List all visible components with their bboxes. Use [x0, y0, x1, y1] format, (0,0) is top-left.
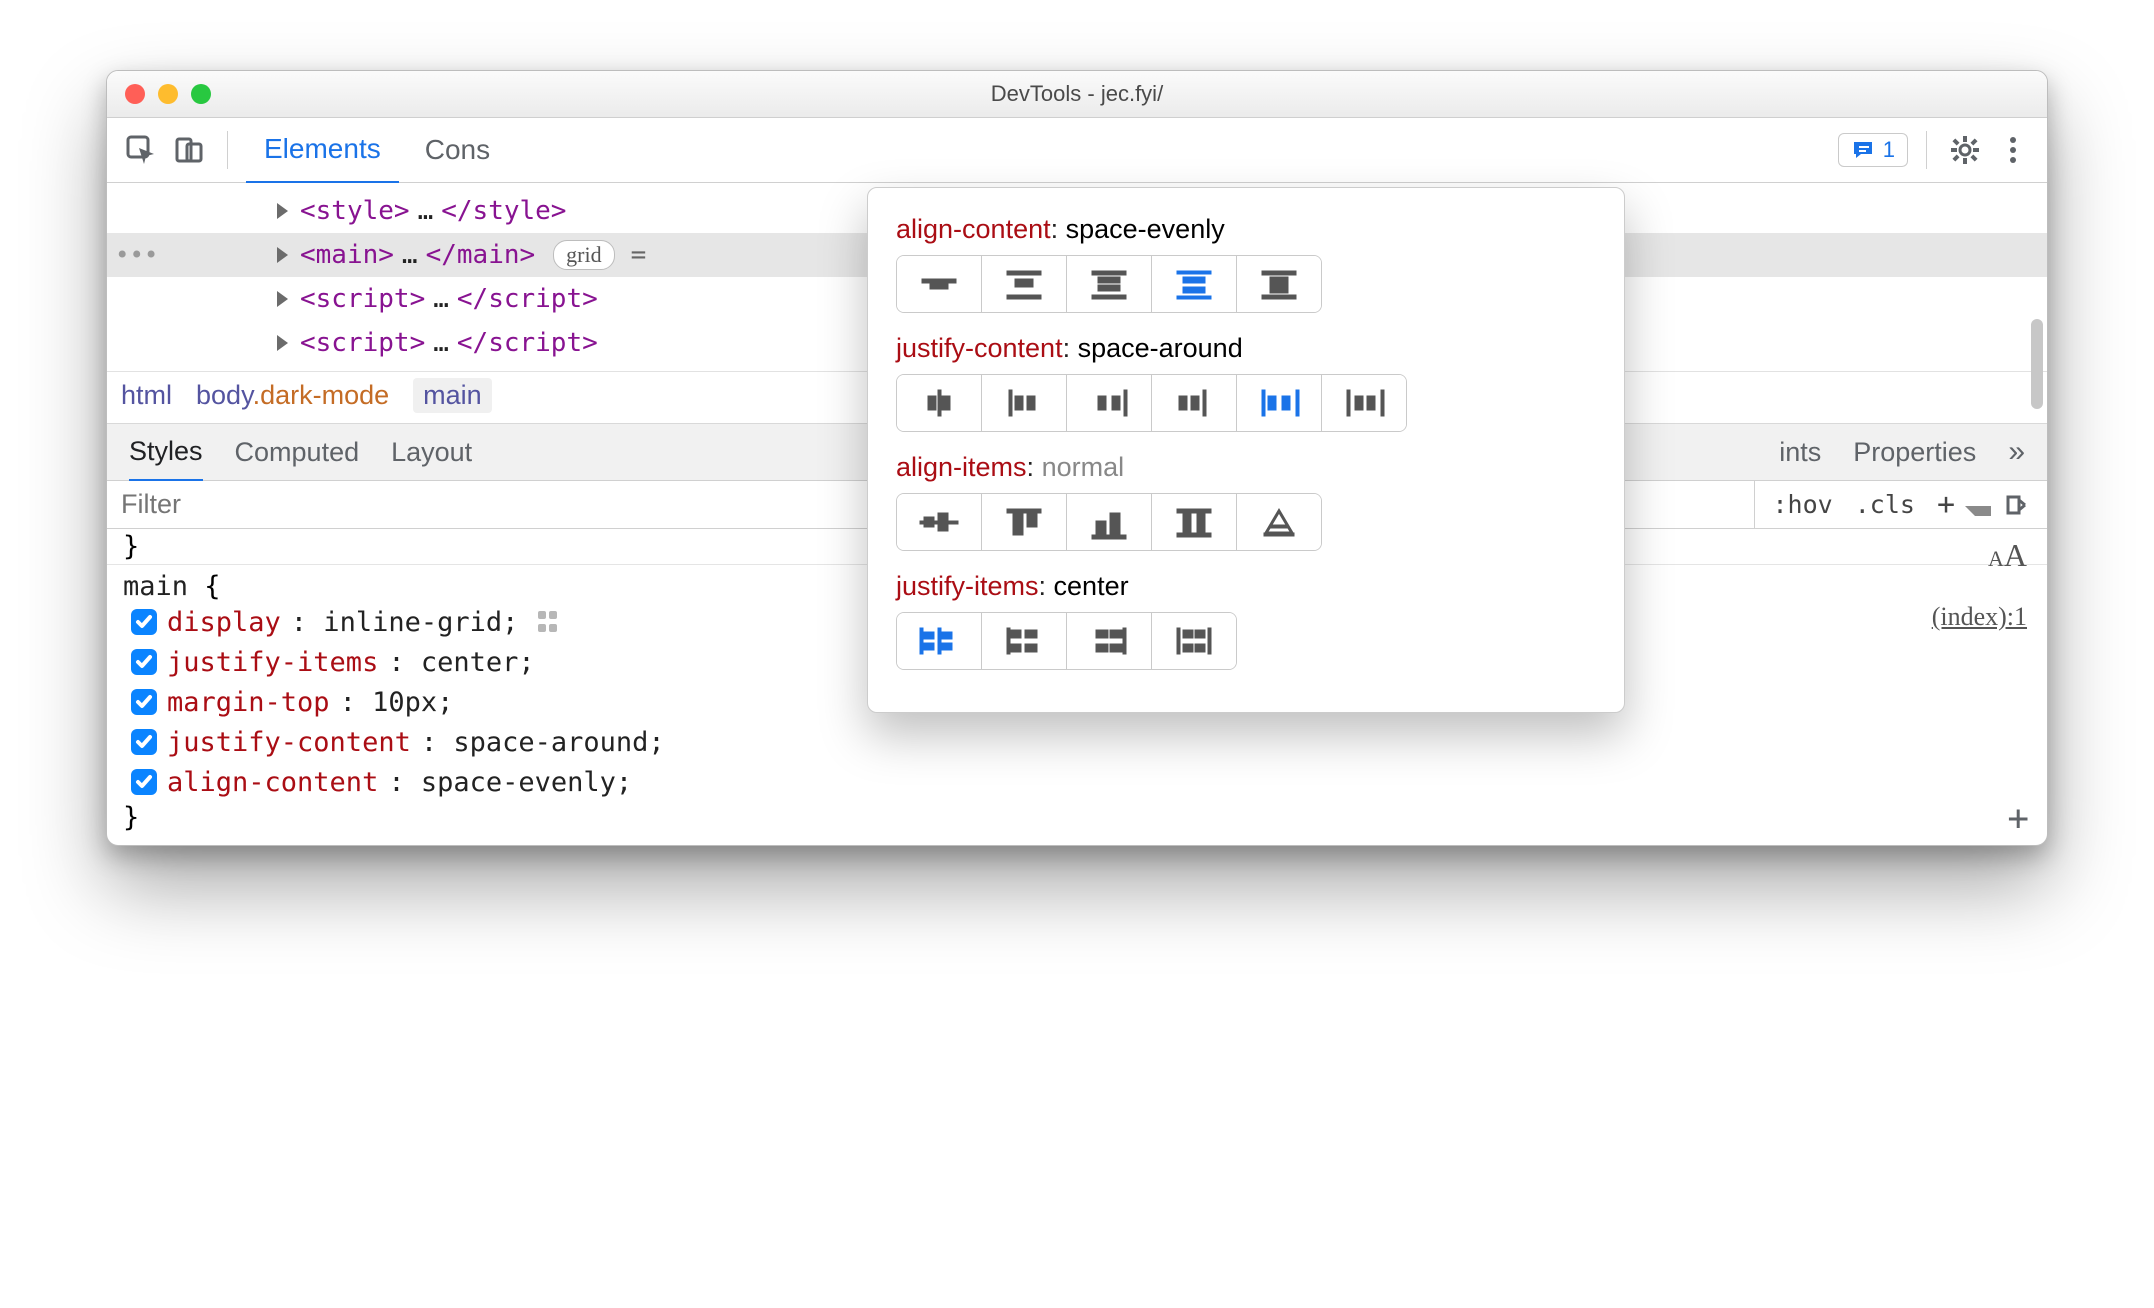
titlebar: DevTools - jec.fyi/	[107, 71, 2047, 118]
breadcrumb-item[interactable]: main	[413, 378, 492, 413]
font-editor-icon[interactable]: AA	[1988, 537, 2027, 574]
expand-triangle-icon[interactable]	[277, 335, 288, 351]
popover-option-button[interactable]	[897, 256, 982, 312]
flexbox-editor-icon[interactable]	[538, 611, 560, 633]
popover-property-label: justify-items: center	[896, 571, 1596, 602]
hov-toggle[interactable]: :hov	[1765, 486, 1841, 523]
issues-chip[interactable]: 1	[1838, 133, 1908, 167]
window-title: DevTools - jec.fyi/	[107, 81, 2047, 107]
declaration-checkbox[interactable]	[131, 769, 157, 795]
popover-property-label: align-items: normal	[896, 452, 1596, 483]
subtab-properties[interactable]: Properties	[1853, 437, 1976, 468]
window-zoom-button[interactable]	[191, 84, 211, 104]
declaration-checkbox[interactable]	[131, 649, 157, 675]
popover-option-button[interactable]	[1067, 613, 1152, 669]
popover-option-group	[896, 374, 1407, 432]
add-declaration-button[interactable]: +	[2007, 798, 2029, 839]
window-close-button[interactable]	[125, 84, 145, 104]
window-minimize-button[interactable]	[158, 84, 178, 104]
new-style-rule-button[interactable]: +	[1929, 483, 1963, 526]
subtab-truncated[interactable]: ints	[1779, 437, 1821, 468]
popover-option-button[interactable]	[982, 494, 1067, 550]
popover-option-button[interactable]	[1152, 375, 1237, 431]
popover-option-button[interactable]	[897, 613, 982, 669]
popover-option-button[interactable]	[897, 494, 982, 550]
popover-option-button[interactable]	[982, 613, 1067, 669]
popover-option-button[interactable]	[982, 256, 1067, 312]
expand-triangle-icon[interactable]	[277, 247, 288, 263]
popover-option-button[interactable]	[1152, 256, 1237, 312]
rule-selector[interactable]: main	[123, 571, 188, 602]
popover-option-button[interactable]	[1237, 375, 1322, 431]
main-toolbar: Elements Cons 1	[107, 118, 2047, 183]
popover-option-button[interactable]	[1067, 375, 1152, 431]
message-icon	[1851, 138, 1875, 162]
declaration-checkbox[interactable]	[131, 729, 157, 755]
settings-icon[interactable]	[1945, 130, 1985, 170]
subtab-computed[interactable]: Computed	[235, 437, 360, 468]
popover-option-group	[896, 493, 1322, 551]
css-declaration[interactable]: justify-content: space-around;	[123, 722, 2031, 762]
tab-elements[interactable]: Elements	[246, 117, 399, 184]
popover-option-group	[896, 612, 1237, 670]
devtools-window: DevTools - jec.fyi/ Elements Cons 1	[106, 70, 2048, 846]
toggle-rendering-icon[interactable]	[1997, 489, 2037, 521]
subtab-styles[interactable]: Styles	[129, 423, 203, 482]
more-tabs-icon[interactable]: »	[2008, 435, 2025, 469]
popover-option-button[interactable]	[897, 375, 982, 431]
new-rule-menu-icon[interactable]	[1965, 506, 1991, 524]
popover-option-button[interactable]	[1152, 494, 1237, 550]
scrollbar[interactable]	[2031, 319, 2043, 409]
inspect-element-icon[interactable]	[121, 130, 161, 170]
overflow-menu-icon[interactable]: •••	[115, 241, 158, 269]
declaration-checkbox[interactable]	[131, 609, 157, 635]
popover-property-label: align-content: space-evenly	[896, 214, 1596, 245]
popover-option-button[interactable]	[1067, 494, 1152, 550]
expand-triangle-icon[interactable]	[277, 291, 288, 307]
tab-console-truncated[interactable]: Cons	[407, 118, 508, 182]
popover-option-button[interactable]	[1067, 256, 1152, 312]
flexbox-editor-popover: align-content: space-evenly justify-conte…	[867, 187, 1625, 713]
cls-toggle[interactable]: .cls	[1847, 486, 1923, 523]
css-declaration[interactable]: align-content: space-evenly;	[123, 762, 2031, 802]
declaration-checkbox[interactable]	[131, 689, 157, 715]
issues-count: 1	[1883, 137, 1895, 163]
grid-badge[interactable]: grid	[553, 240, 614, 270]
expand-triangle-icon[interactable]	[277, 203, 288, 219]
popover-option-group	[896, 255, 1322, 313]
popover-property-label: justify-content: space-around	[896, 333, 1596, 364]
breadcrumb-item[interactable]: body.dark-mode	[196, 380, 389, 411]
more-icon[interactable]	[1993, 130, 2033, 170]
popover-option-button[interactable]	[1237, 256, 1321, 312]
popover-option-button[interactable]	[982, 375, 1067, 431]
popover-option-button[interactable]	[1237, 494, 1321, 550]
subtab-layout[interactable]: Layout	[391, 437, 472, 468]
device-toolbar-icon[interactable]	[169, 130, 209, 170]
popover-option-button[interactable]	[1322, 375, 1406, 431]
source-link[interactable]: (index):1	[1932, 602, 2027, 632]
popover-option-button[interactable]	[1152, 613, 1236, 669]
breadcrumb-item[interactable]: html	[121, 380, 172, 411]
